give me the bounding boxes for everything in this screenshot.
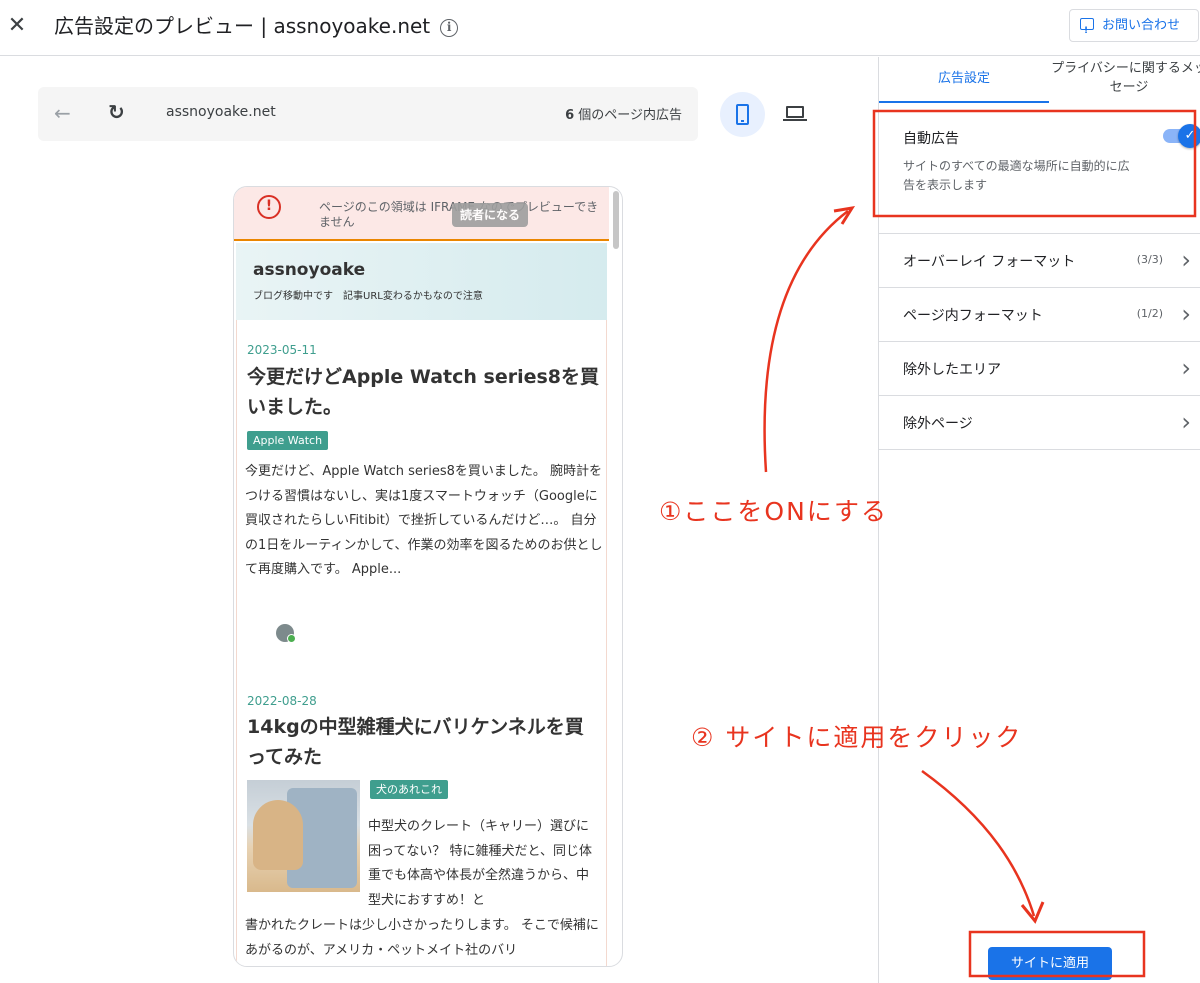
list-item-excluded-pages[interactable]: 除外ページ › [879, 396, 1200, 450]
ad-count-label: 個のページ内広告 [574, 108, 682, 123]
alert-icon: ! [257, 195, 281, 219]
post-title[interactable]: 今更だけどApple Watch series8を買いました。 [247, 362, 599, 422]
post-date: 2022-08-28 [247, 694, 317, 708]
annotation-step2-text: ② サイトに適用をクリック [691, 723, 1023, 752]
chevron-right-icon: › [1181, 300, 1191, 328]
blog-header: assnoyoake ブログ移動中です 記事URL変わるかもなので注意 [236, 243, 607, 320]
list-item-count: (3/3) [1136, 253, 1163, 266]
ad-count-number: 6 [565, 108, 575, 123]
settings-panel: 広告設定 プライバシーに関するメッセージ 自動広告 サイトのすべての最適な場所に… [878, 57, 1200, 983]
page-title-text: 広告設定のプレビュー | assnoyoake.net [54, 14, 431, 38]
chevron-right-icon: › [1181, 246, 1191, 274]
iframe-warning-banner: ! ページのこの領域は IFRAME なのでプレビューできません 読者になる [234, 187, 609, 241]
blog-name[interactable]: assnoyoake [253, 260, 365, 280]
thumbnail-dog [253, 800, 303, 870]
feedback-icon [1080, 16, 1094, 47]
settings-tabs: 広告設定 プライバシーに関するメッセージ [879, 57, 1200, 103]
list-item-label: 除外ページ [903, 416, 973, 432]
auto-ads-toggle[interactable]: ✓ [1163, 124, 1200, 148]
chevron-right-icon: › [1181, 354, 1191, 382]
page-title: 広告設定のプレビュー | assnoyoake.net i [54, 13, 459, 39]
preview-url-bar: ← ↻ assnoyoake.net 6 個のページ内広告 [38, 87, 698, 141]
laptop-icon [786, 106, 804, 118]
close-icon[interactable]: ✕ [6, 12, 28, 40]
post-title[interactable]: 14kgの中型雑種犬にバリケンネルを買ってみた [247, 712, 599, 772]
list-item-excluded-areas[interactable]: 除外したエリア › [879, 342, 1200, 396]
contact-label: お問い合わせ [1102, 18, 1181, 33]
top-bar: ✕ 広告設定のプレビュー | assnoyoake.net i お問い合わせ [0, 0, 1200, 56]
chevron-right-icon: › [1181, 408, 1191, 436]
post-date: 2023-05-11 [247, 343, 317, 357]
contact-button[interactable]: お問い合わせ [1069, 9, 1199, 47]
post-excerpt: 中型犬のクレート（キャリー）選びに困ってない？ 特に雑種犬だと、同じ体重でも体高… [368, 819, 592, 908]
post-thumbnail[interactable] [247, 780, 360, 892]
annotation-step1-text: ①ここをONにする [659, 497, 889, 526]
list-item-count: (1/2) [1136, 307, 1163, 320]
mobile-device-button[interactable] [720, 92, 765, 137]
back-arrow-icon[interactable]: ← [54, 100, 71, 126]
ad-count: 6 個のページ内広告 [565, 104, 682, 123]
blog-description: ブログ移動中です 記事URL変わるかもなので注意 [253, 291, 483, 302]
laptop-base [783, 119, 807, 121]
post-excerpt-continued: 書かれたクレートは少し小さかったりします。 そこで候補にあがるのが、アメリカ・ペ… [245, 918, 599, 958]
auto-ads-description: サイトのすべての最適な場所に自動的に広告を表示します [903, 159, 1130, 192]
tab-ad-settings[interactable]: 広告設定 [879, 57, 1049, 103]
list-item-label: ページ内フォーマット [903, 308, 1043, 324]
list-item-label: 除外したエリア [903, 362, 1001, 378]
desktop-device-button[interactable] [782, 102, 808, 128]
smartphone-icon [736, 104, 749, 125]
post-tag[interactable]: Apple Watch [247, 431, 329, 450]
reload-icon[interactable]: ↻ [108, 99, 125, 125]
tab-privacy-messages[interactable]: プライバシーに関するメッセージ [1049, 59, 1200, 97]
preview-url: assnoyoake.net [166, 104, 276, 120]
auto-ads-section: 自動広告 サイトのすべての最適な場所に自動的に広告を表示します ✓ [879, 117, 1200, 234]
preview-scrollbar[interactable] [613, 191, 619, 249]
check-icon: ✓ [1178, 124, 1200, 148]
apply-to-site-button[interactable]: サイトに適用 [988, 947, 1112, 980]
list-item-label: オーバーレイ フォーマット [903, 254, 1076, 270]
author-avatar[interactable] [276, 624, 296, 643]
subscribe-button[interactable]: 読者になる [452, 203, 529, 227]
mobile-preview-frame[interactable]: ! ページのこの領域は IFRAME なのでプレビューできません 読者になる a… [233, 186, 623, 967]
post-excerpt: 今更だけど、Apple Watch series8を買いました。 腕時計をつける… [245, 464, 603, 577]
format-settings-list: オーバーレイ フォーマット (3/3) › ページ内フォーマット (1/2) ›… [879, 234, 1200, 450]
post-tag[interactable]: 犬のあれこれ [370, 780, 448, 799]
list-item-in-page-formats[interactable]: ページ内フォーマット (1/2) › [879, 288, 1200, 342]
blog-content: 2023-05-11 今更だけどApple Watch series8を買いまし… [236, 320, 607, 966]
list-item-overlay-formats[interactable]: オーバーレイ フォーマット (3/3) › [879, 234, 1200, 288]
auto-ads-title: 自動広告 [903, 131, 959, 147]
info-icon[interactable]: i [440, 19, 459, 37]
